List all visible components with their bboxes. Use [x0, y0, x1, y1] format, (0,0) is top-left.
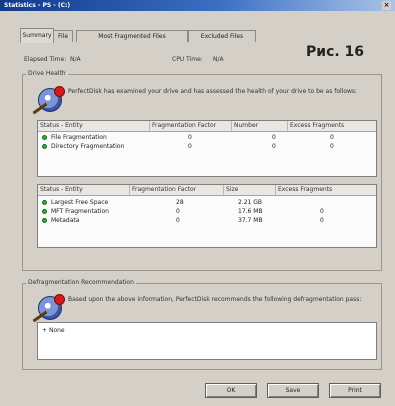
- drive-health-description: PerfectDisk has examined your drive and …: [68, 88, 358, 95]
- table-header: Status - Entity Fragmentation Factor Num…: [38, 121, 376, 132]
- entity-name: Largest Free Space: [51, 199, 109, 206]
- fragmentation-factor-value: 0: [176, 217, 180, 224]
- cpu-time-value: N/A: [213, 56, 224, 63]
- table-row[interactable]: File Fragmentation 0 0 0: [38, 133, 376, 142]
- fragmentation-table-space[interactable]: Status - Entity Fragmentation Factor Siz…: [37, 184, 377, 248]
- recommendation-title: Defragmentation Recommendation: [26, 279, 136, 286]
- column-header-status-entity[interactable]: Status - Entity: [38, 185, 130, 195]
- title-bar[interactable]: Statistics - PS - (C:) ×: [0, 0, 395, 11]
- elapsed-time-value: N/A: [70, 56, 81, 63]
- size-value: 37.7 MB: [238, 217, 263, 224]
- print-button[interactable]: Print: [329, 383, 381, 398]
- column-header-fragmentation-factor[interactable]: Fragmentation Factor: [150, 121, 232, 131]
- table-row[interactable]: Metadata 0 37.7 MB 0: [38, 216, 376, 225]
- fragmentation-factor-value: 0: [188, 143, 192, 150]
- figure-label: Рис. 16: [306, 44, 365, 60]
- status-ok-icon: [42, 135, 47, 140]
- list-item[interactable]: + None: [42, 327, 65, 334]
- status-ok-icon: [42, 209, 47, 214]
- entity-name: MFT Fragmentation: [51, 208, 109, 215]
- cpu-time-label: CPU Time:: [172, 56, 203, 63]
- fragmentation-factor-value: 28: [176, 199, 184, 206]
- column-header-status-entity[interactable]: Status - Entity: [38, 121, 150, 131]
- entity-name: Metadata: [51, 217, 80, 224]
- status-ok-icon: [42, 218, 47, 223]
- column-header-size[interactable]: Size: [224, 185, 276, 195]
- table-row[interactable]: Largest Free Space 28 2.21 GB: [38, 198, 376, 207]
- number-value: 0: [272, 143, 276, 150]
- table-row[interactable]: Directory Fragmentation 0 0 0: [38, 142, 376, 151]
- table-row[interactable]: MFT Fragmentation 0 17.6 MB 0: [38, 207, 376, 216]
- number-value: 0: [272, 134, 276, 141]
- disk-check-icon: [32, 294, 65, 323]
- recommendation-item-label: None: [48, 327, 65, 334]
- size-value: 17.6 MB: [238, 208, 263, 215]
- statistics-window: Statistics - PS - (C:) × Summary File Mo…: [0, 0, 395, 406]
- status-ok-icon: [42, 144, 47, 149]
- fragmentation-table-files[interactable]: Status - Entity Fragmentation Factor Num…: [37, 120, 377, 177]
- column-header-fragmentation-factor[interactable]: Fragmentation Factor: [130, 185, 224, 195]
- tab-file[interactable]: File: [53, 30, 73, 42]
- save-button[interactable]: Save: [267, 383, 319, 398]
- recommendation-list[interactable]: + None: [37, 322, 377, 360]
- disk-check-icon: [32, 86, 65, 115]
- excess-fragments-value: 0: [330, 134, 334, 141]
- entity-name: File Fragmentation: [51, 134, 107, 141]
- drive-health-title: Drive Health: [26, 70, 68, 77]
- tab-summary[interactable]: Summary: [20, 28, 54, 43]
- status-ok-icon: [42, 200, 47, 205]
- close-icon[interactable]: ×: [382, 1, 391, 10]
- tab-excluded-files[interactable]: Excluded Files: [188, 30, 256, 42]
- entity-name: Directory Fragmentation: [51, 143, 125, 150]
- column-header-number[interactable]: Number: [232, 121, 288, 131]
- excess-fragments-value: 0: [320, 208, 324, 215]
- recommendation-description: Based upon the above information, Perfec…: [68, 296, 362, 303]
- size-value: 2.21 GB: [238, 199, 263, 206]
- column-header-excess-fragments[interactable]: Excess Fragments: [288, 121, 376, 131]
- excess-fragments-value: 0: [330, 143, 334, 150]
- fragmentation-factor-value: 0: [176, 208, 180, 215]
- excess-fragments-value: 0: [320, 217, 324, 224]
- column-header-excess-fragments[interactable]: Excess Fragments: [276, 185, 376, 195]
- tab-most-fragmented-files[interactable]: Most Fragmented Files: [76, 30, 188, 42]
- window-title: Statistics - PS - (C:): [4, 2, 71, 9]
- fragmentation-factor-value: 0: [188, 134, 192, 141]
- elapsed-time-label: Elapsed Time:: [24, 56, 67, 63]
- table-header: Status - Entity Fragmentation Factor Siz…: [38, 185, 376, 196]
- ok-button[interactable]: OK: [205, 383, 257, 398]
- expand-icon[interactable]: +: [42, 327, 47, 334]
